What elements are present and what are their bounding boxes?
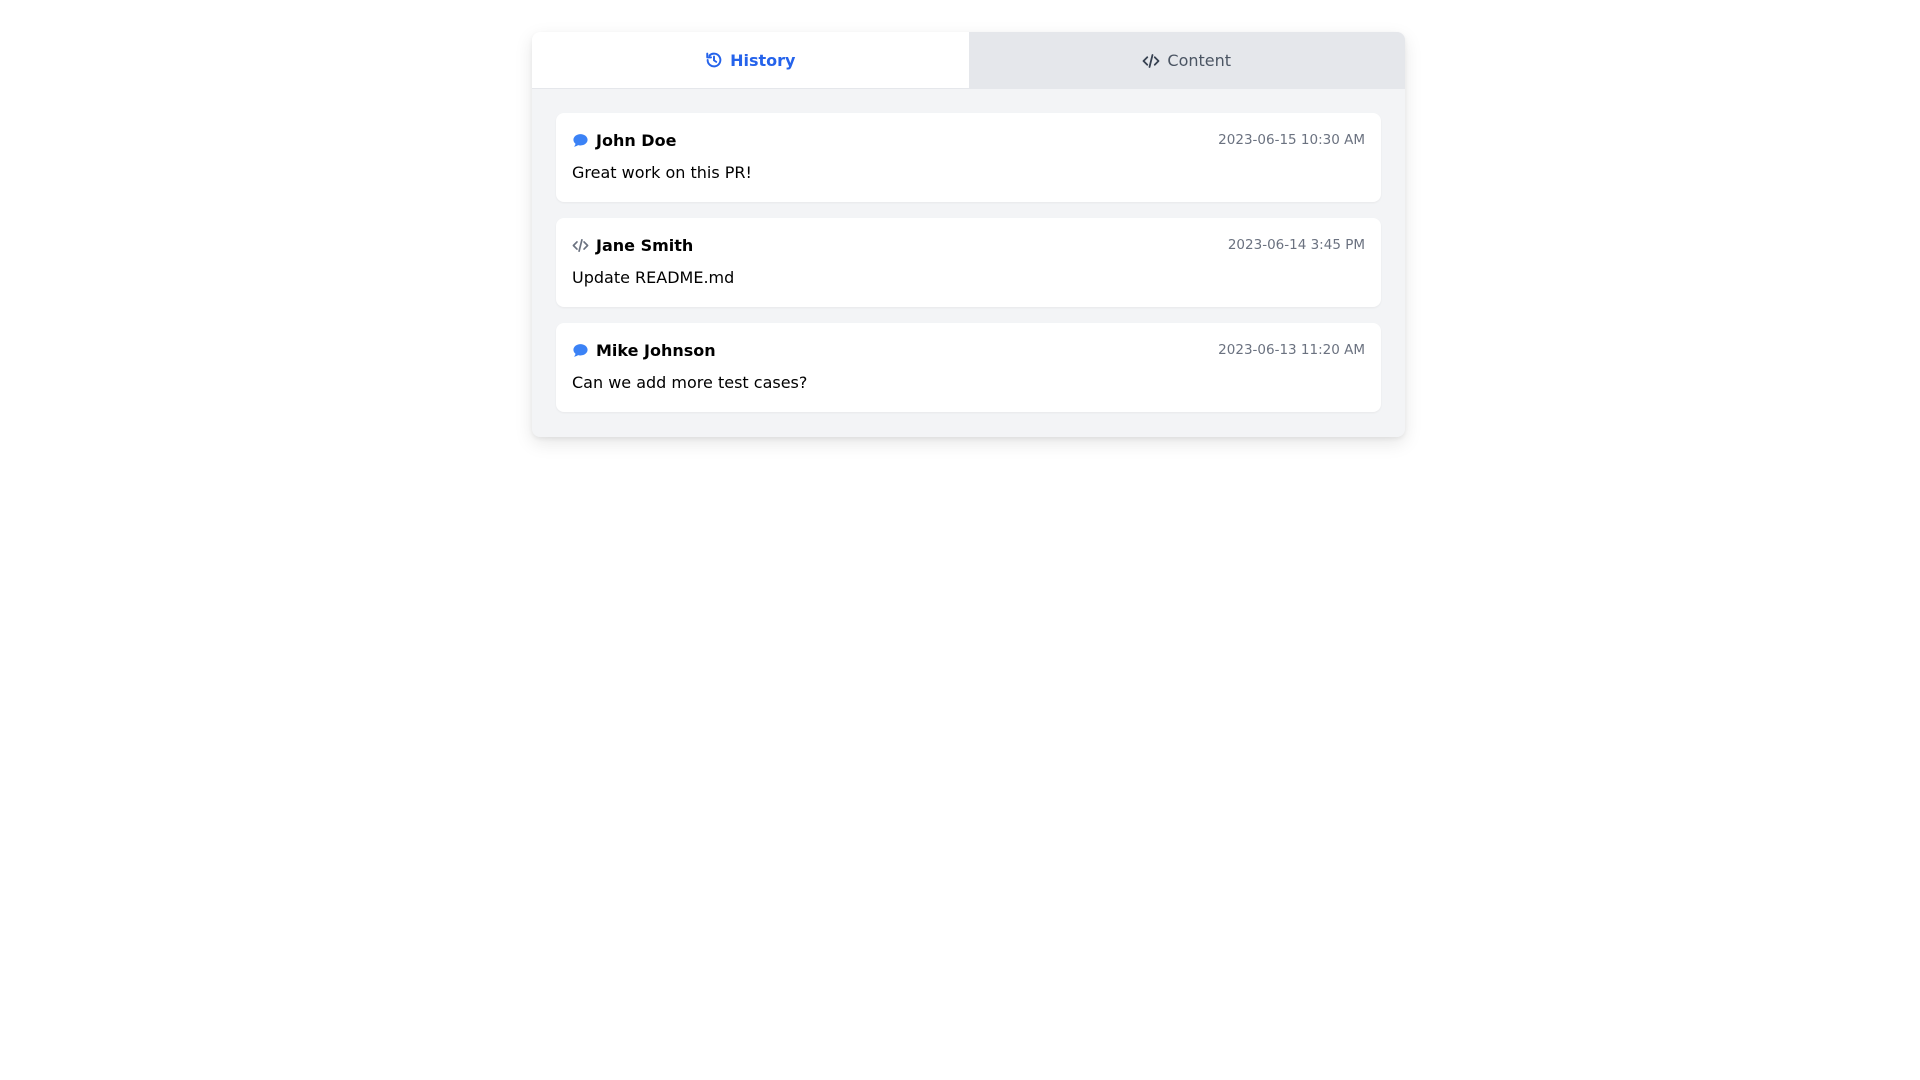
timestamp: 2023-06-14 3:45 PM xyxy=(1227,237,1365,253)
tab-content-label: Content xyxy=(1167,51,1232,70)
code-icon xyxy=(1142,52,1160,70)
timestamp: 2023-06-15 10:30 AM xyxy=(1218,132,1365,148)
activity-panel: History Content John Doe 2023-06-15 10:3… xyxy=(532,32,1405,437)
entry-message: Can we add more test cases? xyxy=(572,373,808,392)
comment-icon xyxy=(572,342,589,359)
code-icon xyxy=(572,237,589,254)
history-icon xyxy=(705,51,723,69)
author-name: John Doe xyxy=(596,130,677,150)
comment-icon xyxy=(572,132,589,149)
author-name: Jane Smith xyxy=(596,235,694,255)
author-name: Mike Johnson xyxy=(596,340,716,360)
tab-history-label: History xyxy=(730,50,796,70)
list-item: John Doe 2023-06-15 10:30 AM Great work … xyxy=(556,113,1381,202)
tab-bar: History Content xyxy=(532,32,1405,89)
entry-message: Update README.md xyxy=(572,268,735,287)
tab-history[interactable]: History xyxy=(532,32,969,89)
entry-message: Great work on this PR! xyxy=(572,163,752,182)
timestamp: 2023-06-13 11:20 AM xyxy=(1218,342,1365,358)
list-item: Mike Johnson 2023-06-13 11:20 AM Can we … xyxy=(556,323,1381,412)
history-list: John Doe 2023-06-15 10:30 AM Great work … xyxy=(532,89,1405,412)
list-item: Jane Smith 2023-06-14 3:45 PM Update REA… xyxy=(556,218,1381,307)
tab-content[interactable]: Content xyxy=(968,32,1405,89)
